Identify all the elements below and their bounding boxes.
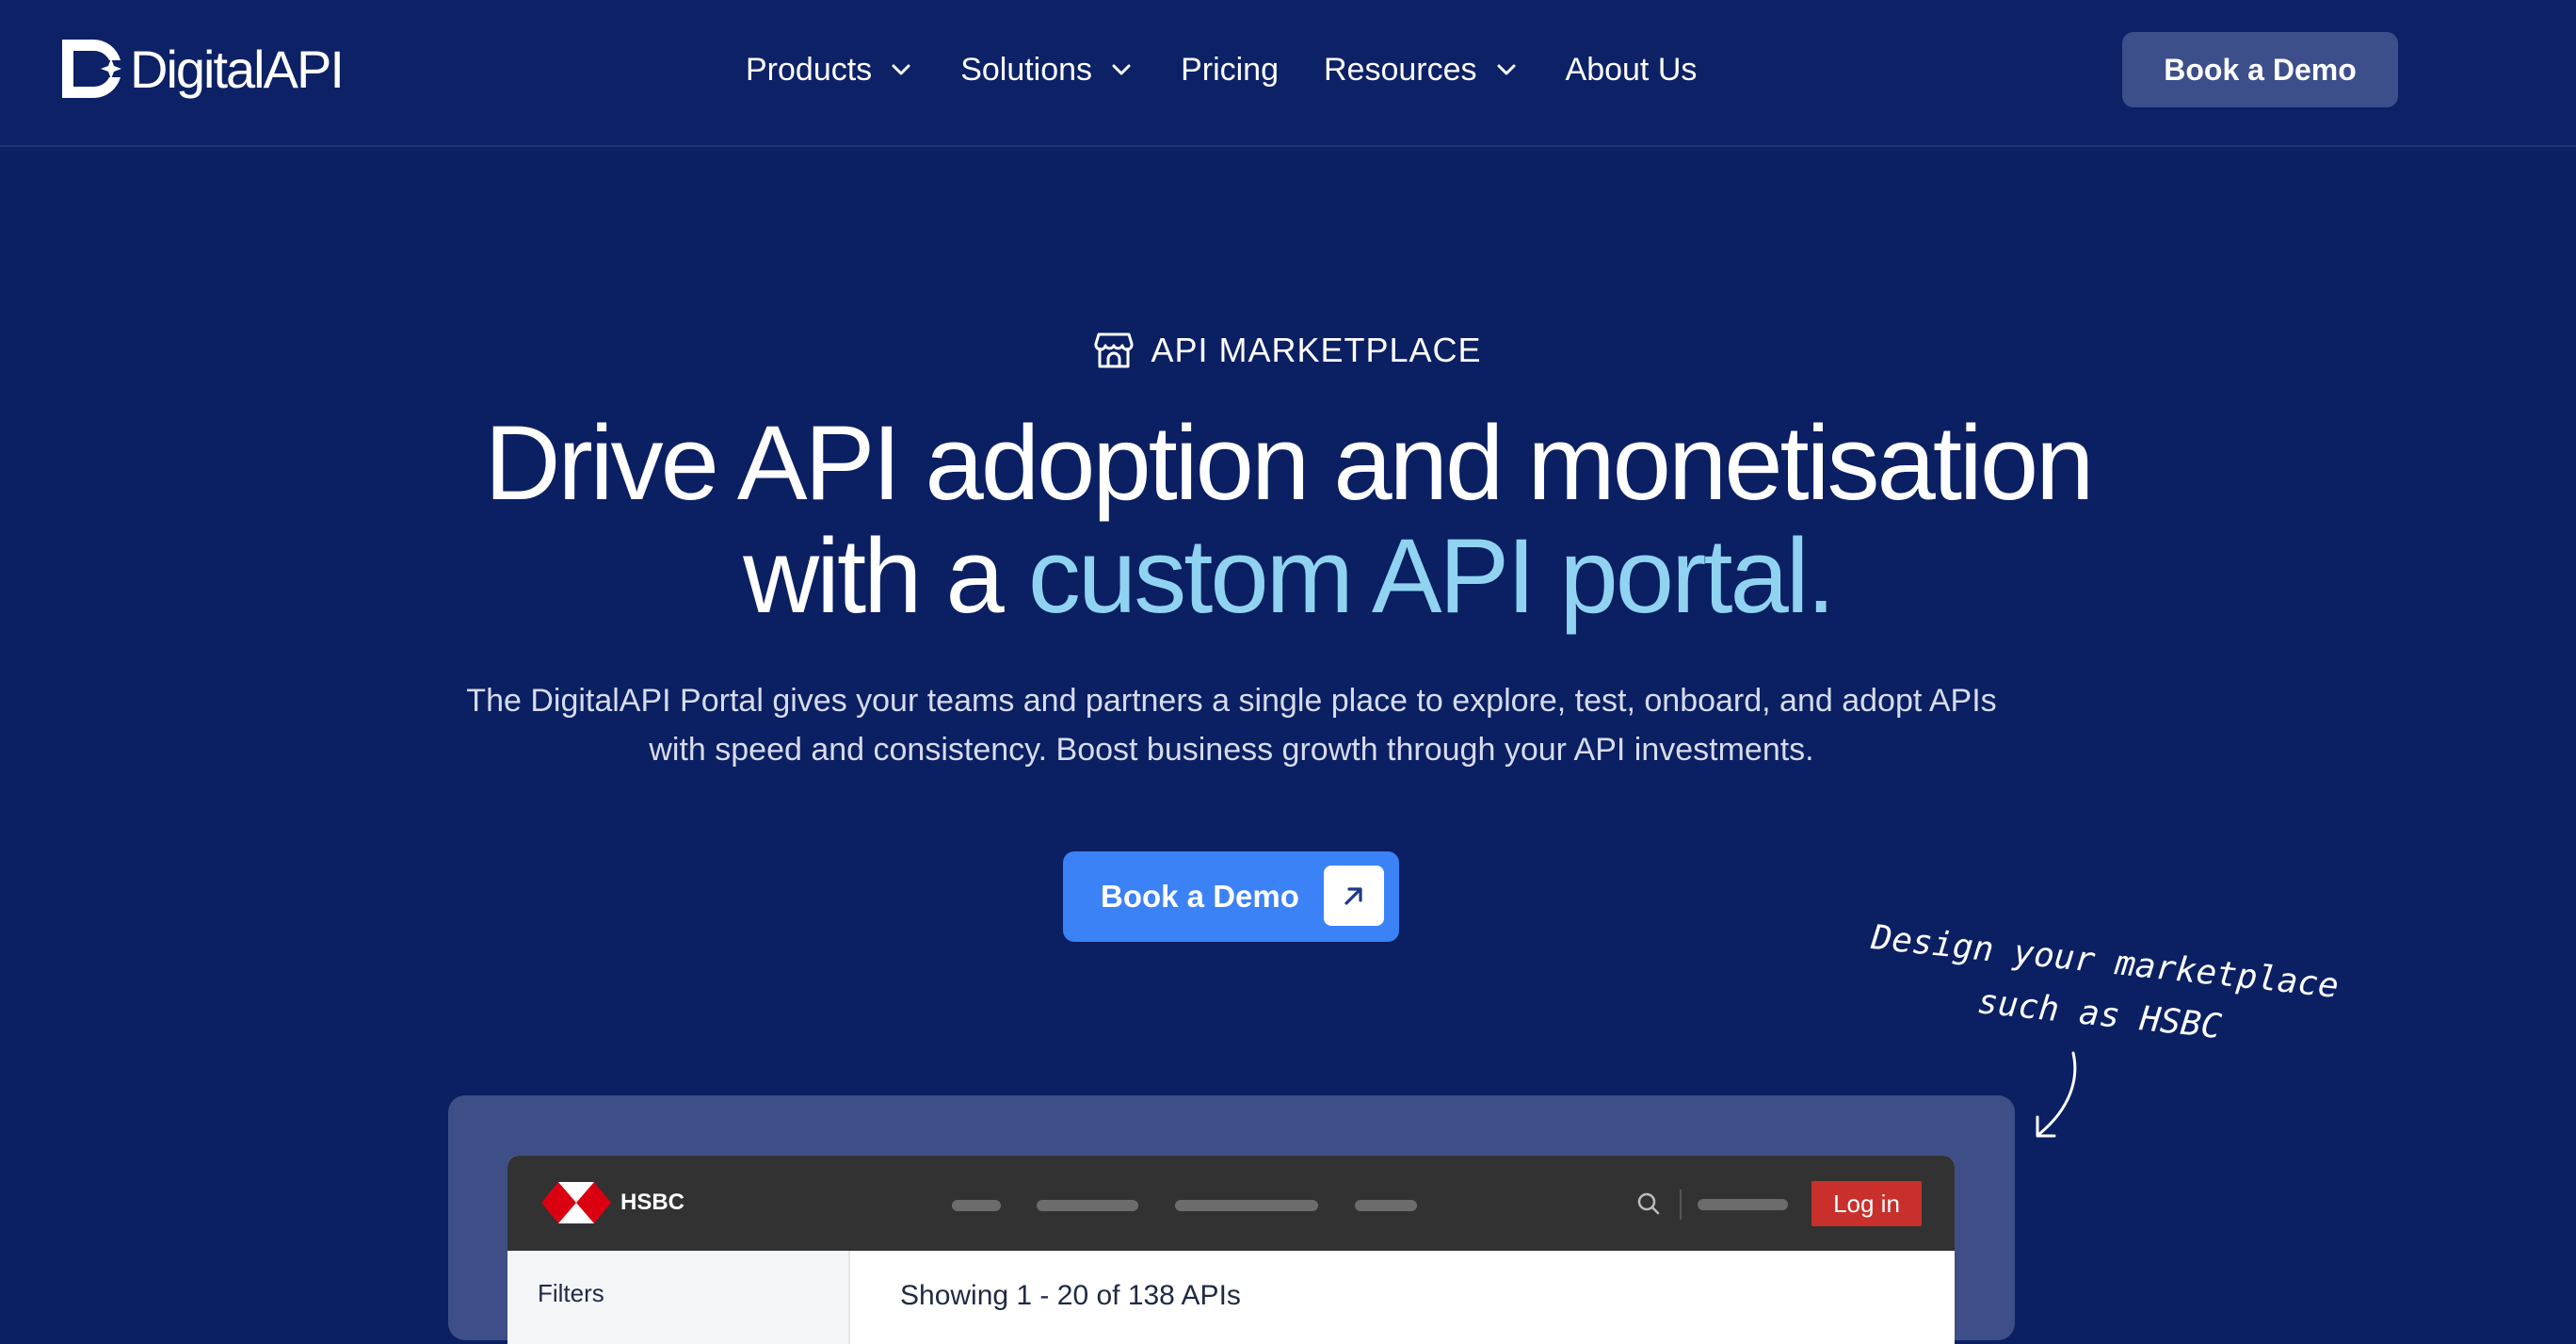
site-header: DigitalAPI Products Solutions Pricing Re… — [0, 0, 2576, 147]
nav-item-label: Solutions — [960, 51, 1093, 88]
nav-item-about-us[interactable]: About Us — [1566, 52, 1698, 89]
arrow-up-right-icon — [1324, 866, 1384, 926]
headline-line-1: Drive API adoption and monetisation — [484, 404, 2095, 522]
eyebrow-label: API MARKETPLACE — [1151, 331, 1482, 369]
hsbc-brand-text: HSBC — [620, 1190, 685, 1215]
storefront-icon — [1094, 332, 1134, 368]
hsbc-logo: HSBC — [541, 1182, 684, 1223]
filters-heading: Filters — [538, 1279, 604, 1307]
chevron-down-icon — [1497, 64, 1516, 75]
hero-subtext: The DigitalAPI Portal gives your teams a… — [466, 683, 1997, 768]
hero-eyebrow: API MARKETPLACE — [0, 324, 2576, 377]
preview-nav-placeholder[interactable] — [1037, 1200, 1138, 1211]
nav-item-resources[interactable]: Resources — [1324, 52, 1519, 89]
chevron-down-icon — [1112, 64, 1131, 75]
headline-line-2-prefix: with a — [743, 517, 1028, 635]
chevron-down-icon — [892, 64, 910, 75]
book-demo-header-button[interactable]: Book a Demo — [2122, 32, 2398, 107]
digitalapi-logo[interactable]: DigitalAPI — [62, 38, 345, 100]
search-icon[interactable] — [1635, 1190, 1662, 1217]
login-button[interactable]: Log in — [1811, 1181, 1922, 1226]
preview-nav-placeholder[interactable] — [952, 1200, 1001, 1211]
main-nav: Products Solutions Pricing Resources Abo… — [746, 41, 1697, 98]
handwritten-annotation: Design your marketplace such as HSBC — [1862, 912, 2342, 1066]
nav-item-label: Products — [746, 51, 873, 88]
nav-item-pricing[interactable]: Pricing — [1181, 52, 1279, 89]
headline-accent: custom API portal. — [1027, 517, 1836, 635]
annotation-line-1: Design your marketplace — [1869, 918, 2341, 1006]
hsbc-hexagon-icon — [541, 1182, 611, 1223]
portal-preview-window: HSBC Log in Filters Showing 1 - 20 of 13… — [507, 1156, 1955, 1344]
nav-item-label: Pricing — [1181, 51, 1279, 88]
nav-item-solutions[interactable]: Solutions — [960, 52, 1134, 89]
preview-account-placeholder[interactable] — [1698, 1199, 1788, 1210]
curved-arrow-icon — [2036, 1051, 2077, 1138]
annotation-line-2: such as HSBC — [1975, 982, 2224, 1047]
brand-name: DigitalAPI — [130, 39, 345, 99]
preview-filters-sidebar: Filters — [507, 1251, 850, 1344]
preview-divider — [1680, 1190, 1682, 1220]
book-demo-hero-button[interactable]: Book a Demo — [1063, 851, 1399, 942]
nav-item-label: Resources — [1324, 51, 1477, 88]
preview-nav-placeholder[interactable] — [1355, 1200, 1417, 1211]
hero-headline: Drive API adoption and monetisation with… — [0, 407, 2576, 633]
hero-cta-label: Book a Demo — [1101, 879, 1299, 914]
nav-item-label: About Us — [1565, 51, 1698, 88]
digitalapi-logo-icon — [62, 40, 121, 98]
results-count: Showing 1 - 20 of 138 APIs — [900, 1280, 1241, 1311]
preview-nav-placeholder[interactable] — [1175, 1200, 1318, 1211]
nav-item-products[interactable]: Products — [746, 52, 913, 89]
preview-navbar: HSBC Log in — [507, 1156, 1955, 1251]
